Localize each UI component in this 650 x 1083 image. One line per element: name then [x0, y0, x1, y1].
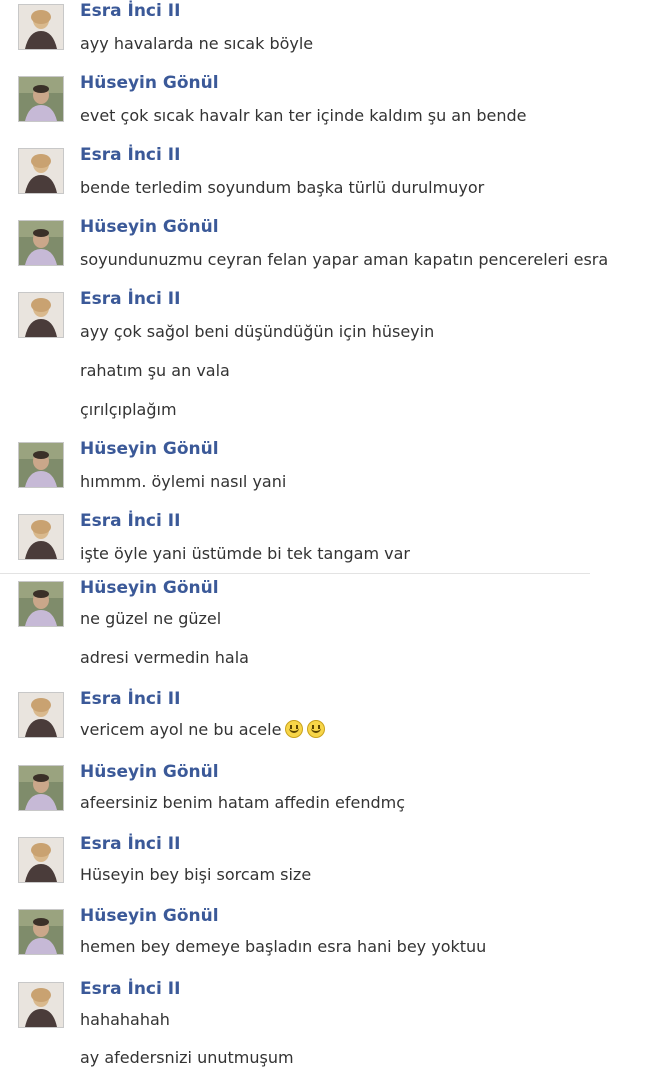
message-text: rahatım şu an vala	[80, 361, 230, 380]
esra-avatar[interactable]	[18, 982, 64, 1028]
message-text: bende terledim soyundum başka türlü duru…	[80, 178, 485, 197]
sender-name[interactable]: Hüseyin Gönül	[80, 906, 219, 926]
huseyin-avatar[interactable]	[18, 442, 64, 488]
chat-conversation: Esra İnci II ayy havalarda ne sıcak böyl…	[0, 0, 650, 1083]
smiley-icon	[307, 720, 326, 738]
sender-name[interactable]: Esra İnci II	[80, 145, 180, 165]
message-line: vericem ayol ne bu acele	[80, 720, 326, 739]
message-text: vericem ayol ne bu acele	[80, 720, 282, 739]
smiley-icon	[285, 720, 304, 738]
esra-avatar[interactable]	[18, 148, 64, 194]
message-text: soyundunuzmu ceyran felan yapar aman kap…	[80, 250, 609, 269]
sender-name[interactable]: Esra İnci II	[80, 689, 180, 709]
message-text: ay afedersnizi unutmuşum	[80, 1048, 294, 1067]
message-text: afeersiniz benim hatam affedin efendmç	[80, 793, 406, 812]
sender-name[interactable]: Hüseyin Gönül	[80, 439, 219, 459]
sender-name[interactable]: Esra İnci II	[80, 979, 180, 999]
message-text: işte öyle yani üstümde bi tek tangam var	[80, 544, 410, 563]
esra-avatar[interactable]	[18, 514, 64, 560]
huseyin-avatar[interactable]	[18, 909, 64, 955]
esra-avatar[interactable]	[18, 692, 64, 738]
huseyin-avatar[interactable]	[18, 765, 64, 811]
message-text: hemen bey demeye başladın esra hani bey …	[80, 937, 487, 956]
divider	[0, 573, 590, 574]
message-text: hahahahah	[80, 1010, 170, 1029]
huseyin-avatar[interactable]	[18, 76, 64, 122]
sender-name[interactable]: Hüseyin Gönül	[80, 578, 219, 598]
sender-name[interactable]: Hüseyin Gönül	[80, 73, 219, 93]
sender-name[interactable]: Esra İnci II	[80, 289, 180, 309]
esra-avatar[interactable]	[18, 837, 64, 883]
esra-avatar[interactable]	[18, 4, 64, 50]
sender-name[interactable]: Esra İnci II	[80, 511, 180, 531]
huseyin-avatar[interactable]	[18, 581, 64, 627]
message-text: çırılçıplağım	[80, 400, 177, 419]
sender-name[interactable]: Esra İnci II	[80, 834, 180, 854]
message-text: adresi vermedin hala	[80, 648, 249, 667]
message-text: ayy çok sağol beni düşündüğün için hüsey…	[80, 322, 435, 341]
sender-name[interactable]: Esra İnci II	[80, 1, 180, 21]
sender-name[interactable]: Hüseyin Gönül	[80, 762, 219, 782]
message-text: ne güzel ne güzel	[80, 609, 222, 628]
huseyin-avatar[interactable]	[18, 220, 64, 266]
sender-name[interactable]: Hüseyin Gönül	[80, 217, 219, 237]
message-text: hımmm. öylemi nasıl yani	[80, 472, 287, 491]
message-text: evet çok sıcak havalr kan ter içinde kal…	[80, 106, 527, 125]
esra-avatar[interactable]	[18, 292, 64, 338]
message-text: ayy havalarda ne sıcak böyle	[80, 34, 314, 53]
message-text: Hüseyin bey bişi sorcam size	[80, 865, 312, 884]
